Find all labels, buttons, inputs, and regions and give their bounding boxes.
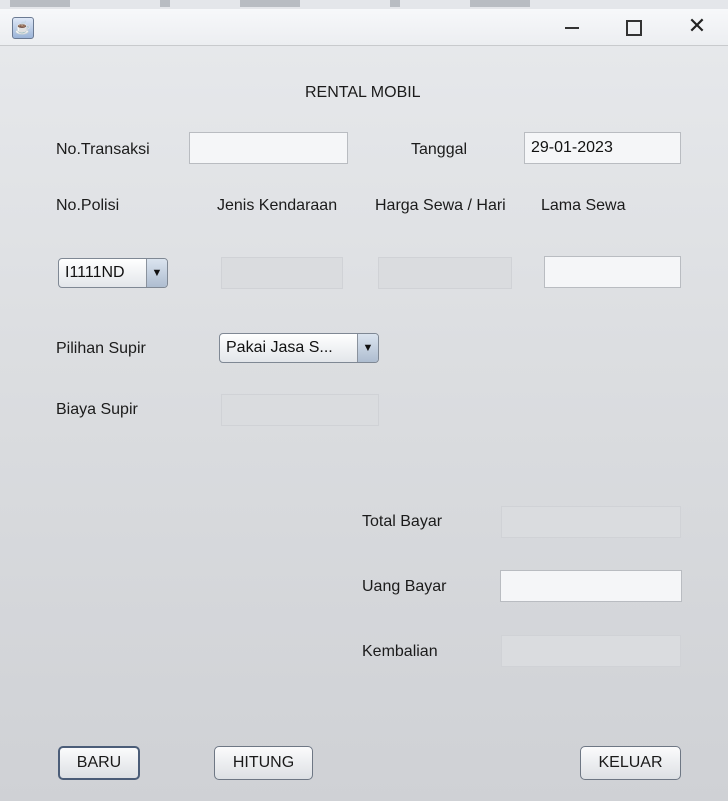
no-transaksi-input[interactable] xyxy=(189,132,348,164)
no-polisi-selected: I1111ND xyxy=(65,264,125,281)
title-bar: ☕ ✕ xyxy=(0,9,728,46)
pilihan-supir-dropdown[interactable]: Pakai Jasa S... ▼ xyxy=(219,333,379,363)
minimize-button[interactable] xyxy=(548,9,594,45)
no-polisi-dropdown[interactable]: I1111ND ▼ xyxy=(58,258,168,288)
biaya-supir-label: Biaya Supir xyxy=(56,401,138,418)
close-icon: ✕ xyxy=(687,13,707,38)
jenis-kendaraan-label: Jenis Kendaraan xyxy=(217,197,338,214)
no-transaksi-label: No.Transaksi xyxy=(56,141,150,158)
pilihan-supir-label: Pilihan Supir xyxy=(56,340,146,357)
pilihan-supir-selected: Pakai Jasa S... xyxy=(226,339,333,356)
form-panel: RENTAL MOBIL No.Transaksi Tanggal 29-01-… xyxy=(0,46,728,801)
baru-button[interactable]: BARU xyxy=(58,746,140,780)
uang-bayar-label: Uang Bayar xyxy=(362,578,447,595)
no-polisi-label: No.Polisi xyxy=(56,197,120,214)
chevron-down-icon[interactable]: ▼ xyxy=(146,259,167,287)
jenis-kendaraan-field xyxy=(221,257,343,289)
background-tabs xyxy=(10,0,570,7)
harga-sewa-field xyxy=(378,257,512,289)
total-bayar-field xyxy=(501,506,681,538)
kembalian-label: Kembalian xyxy=(362,643,438,660)
chevron-down-icon[interactable]: ▼ xyxy=(357,334,378,362)
lama-sewa-label: Lama Sewa xyxy=(541,197,626,214)
uang-bayar-input[interactable] xyxy=(500,570,682,602)
close-button[interactable]: ✕ xyxy=(674,9,720,45)
tanggal-input[interactable]: 29-01-2023 xyxy=(524,132,681,164)
hitung-button[interactable]: HITUNG xyxy=(214,746,313,780)
maximize-button[interactable] xyxy=(610,9,656,45)
total-bayar-label: Total Bayar xyxy=(362,513,443,530)
lama-sewa-input[interactable] xyxy=(544,256,681,288)
biaya-supir-field xyxy=(221,394,379,426)
kembalian-field xyxy=(501,635,681,667)
tanggal-label: Tanggal xyxy=(411,141,468,158)
harga-sewa-label: Harga Sewa / Hari xyxy=(375,197,506,214)
keluar-button[interactable]: KELUAR xyxy=(580,746,681,780)
form-title: RENTAL MOBIL xyxy=(305,84,421,101)
java-cup-icon: ☕ xyxy=(12,17,34,39)
